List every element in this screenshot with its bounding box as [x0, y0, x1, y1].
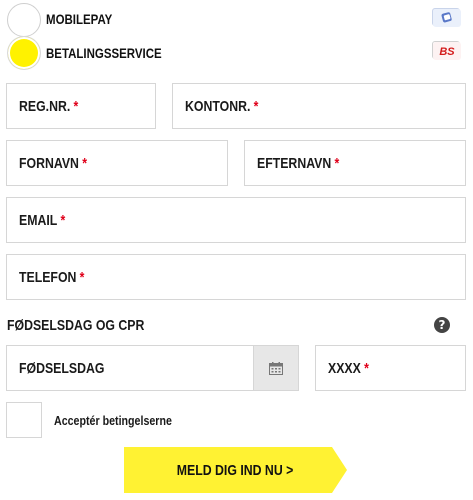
mobilepay-radio[interactable]	[7, 3, 41, 37]
betalingsservice-radio[interactable]	[7, 36, 41, 70]
birth-section-title: FØDSELSDAG OG CPR	[7, 317, 145, 334]
telefon-field[interactable]: TELEFON *	[6, 254, 466, 300]
mobilepay-logo-icon	[432, 8, 461, 27]
terms-label: Acceptér betingelserne	[54, 413, 172, 428]
email-field[interactable]: EMAIL *	[6, 197, 466, 243]
submit-button[interactable]: MELD DIG IND NU >	[124, 447, 347, 493]
kontonr-field[interactable]: KONTONR. *	[172, 83, 466, 129]
calendar-button[interactable]	[254, 345, 299, 391]
efternavn-field[interactable]: EFTERNAVN *	[244, 140, 466, 186]
calendar-icon	[269, 362, 283, 375]
mobilepay-label: MOBILEPAY	[46, 11, 113, 27]
terms-checkbox[interactable]	[6, 402, 42, 438]
question-circle-icon[interactable]: ?	[434, 317, 450, 333]
betalingsservice-label: BETALINGSSERVICE	[46, 45, 162, 61]
svg-text:BS: BS	[439, 46, 455, 58]
betalingsservice-logo-icon: BS	[432, 41, 461, 60]
cpr-field[interactable]: XXXX *	[315, 345, 466, 391]
reg-nr-field[interactable]: REG.NR. *	[6, 83, 156, 129]
fornavn-field[interactable]: FORNAVN *	[6, 140, 228, 186]
birthday-field[interactable]: FØDSELSDAG	[6, 345, 254, 391]
submit-button-label: MELD DIG IND NU >	[177, 461, 294, 479]
